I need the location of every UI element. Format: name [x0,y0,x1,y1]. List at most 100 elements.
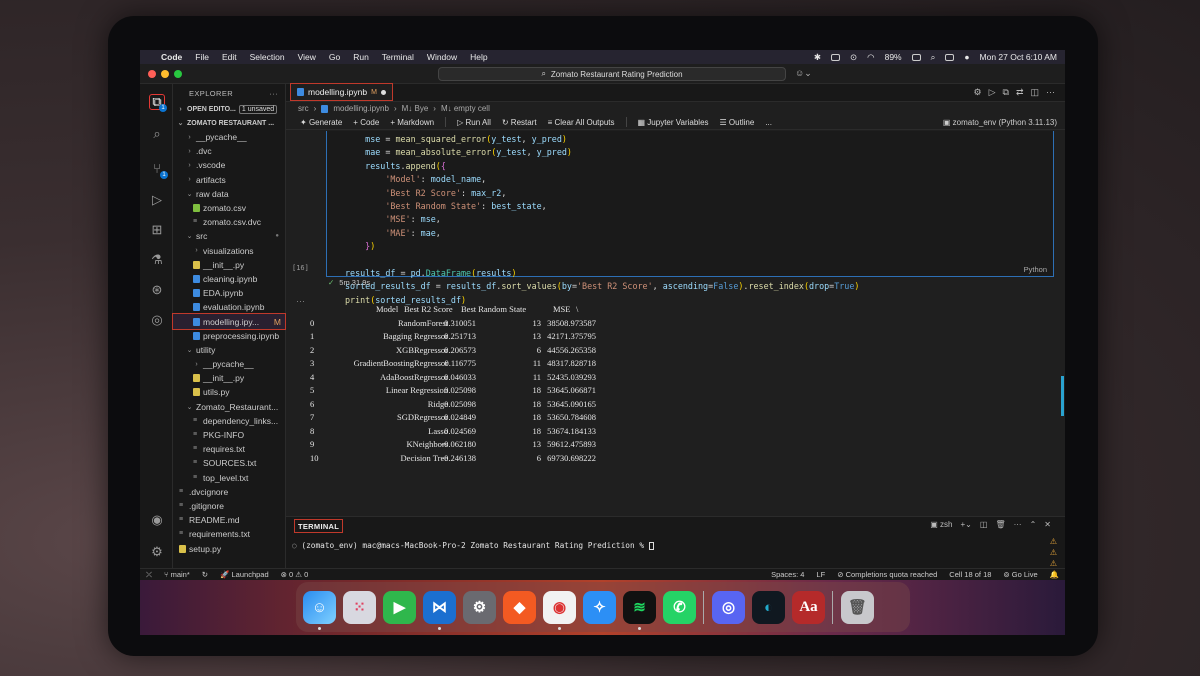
unsaved-dot-icon[interactable] [380,89,386,95]
indentation[interactable]: Spaces: 4 [765,570,810,579]
facetime-app-icon[interactable]: ▶ [383,590,416,624]
problems-indicator[interactable]: ⊗ 0 ⚠ 0 [275,570,315,579]
menu-file[interactable]: File [195,52,209,62]
split-terminal-icon[interactable]: ◫ [980,520,988,529]
launchpad-app-icon[interactable]: ⁙ [343,590,376,624]
menu-edit[interactable]: Edit [222,52,237,62]
control-center-icon[interactable] [945,53,955,61]
system-settings-app-icon[interactable]: ⚙ [463,590,496,624]
extensions-icon[interactable]: ⊞ [149,222,165,238]
cell-source[interactable]: mse = mean_squared_error(y_test, y_pred)… [345,133,859,307]
file-tree-item[interactable]: utils.py [173,385,285,399]
code-cell-editor[interactable]: mse = mean_squared_error(y_test, y_pred)… [326,131,1054,305]
cell-language[interactable]: Python [1024,265,1047,274]
menu-run[interactable]: Run [353,52,369,62]
file-tree-item[interactable]: __init__.py [173,371,285,385]
git-branch[interactable]: ⑂ main* [158,570,196,579]
finder-app-icon[interactable]: ☺ [303,590,336,630]
breadcrumb-file[interactable]: modelling.ipynb [333,104,389,113]
menubar-app-name[interactable]: Code [161,52,182,62]
menu-view[interactable]: View [298,52,316,62]
search-view-icon[interactable]: ⌕ [149,126,165,142]
restart-button[interactable]: ↻ Restart [502,118,537,127]
file-tree-item[interactable]: › visualizations [173,244,285,258]
outline-button[interactable]: ☰ Outline [720,118,755,127]
whatsapp-app-icon[interactable]: ✆ [663,590,696,624]
new-terminal-icon[interactable]: +⌄ [961,520,972,529]
file-tree-item[interactable]: › __pycache__ [173,357,285,371]
toolbar-more-button[interactable]: ... [765,118,772,127]
completions-status[interactable]: ⊘ Completions quota reached [831,570,943,579]
run-all-button[interactable]: ▷ Run All [457,118,491,127]
file-tree-item[interactable]: cleaning.ipynb [173,272,285,286]
run-debug-icon[interactable]: ▷ [149,192,165,208]
dictionary-app-icon[interactable]: Aa [792,590,825,624]
terminal-prompt[interactable]: ○ (zomato_env) mac@macs-MacBook-Pro-2 Zo… [292,541,654,550]
file-tree-item[interactable]: ≡ top_level.txt [173,471,285,485]
warp-app-icon[interactable]: ◐ [752,590,785,624]
file-tree-item[interactable]: ≡ PKG-INFO [173,428,285,442]
bluetooth-icon[interactable]: ✱ [814,52,821,63]
notifications-icon[interactable]: 🔔 [1044,570,1065,579]
file-tree-item[interactable]: ≡ README.md [173,513,285,527]
file-tree-item[interactable]: evaluation.ipynb [173,300,285,314]
menu-selection[interactable]: Selection [250,52,285,62]
file-tree-item[interactable]: ≡ zomato.csv.dvc [173,215,285,229]
file-tree-item[interactable]: modelling.ipy... M [172,313,286,330]
split-editor-icon[interactable]: ◫ [1030,87,1039,98]
file-tree-item[interactable]: ≡ SOURCES.txt [173,456,285,470]
zoom-window-button[interactable] [174,69,182,78]
file-tree-item[interactable]: › .vscode [173,158,285,172]
cell-position[interactable]: Cell 18 of 18 [943,570,997,579]
chrome-app-icon[interactable]: ◉ [543,590,576,630]
file-tree-item[interactable]: setup.py [173,541,285,555]
add-code-button[interactable]: + Code [353,118,379,127]
file-tree-item[interactable]: ⌄ raw data [173,187,285,201]
breadcrumb-cell[interactable]: M↓ empty cell [441,104,490,113]
play-icon[interactable]: ⊙ [850,52,857,63]
file-tree-item[interactable]: › .dvc [173,144,285,158]
clear-outputs-button[interactable]: ≡ Clear All Outputs [548,118,615,127]
file-tree-item[interactable]: ⌄ src ● [173,229,285,243]
file-tree-item[interactable]: › artifacts [173,173,285,187]
warning-icon[interactable]: ⚠ [1050,537,1057,546]
file-tree-item[interactable]: __init__.py [173,258,285,272]
explorer-icon[interactable]: ⧉ 1 [149,94,167,112]
account-icon[interactable]: ◉ [149,512,165,528]
tab-terminal[interactable]: TERMINAL [294,519,344,533]
git-graph-icon[interactable]: ⊛ [149,282,165,298]
settings-gear-icon[interactable]: ⚙ [149,544,165,560]
file-tree-item[interactable]: ⌄ utility [173,343,285,357]
file-tree-item[interactable]: EDA.ipynb [173,286,285,300]
file-tree-item[interactable]: › __pycache__ [173,130,285,144]
brave-app-icon[interactable]: ◆ [503,590,536,624]
close-panel-icon[interactable]: ✕ [1044,520,1051,529]
tab-modelling-ipynb[interactable]: modelling.ipynb M [290,83,393,101]
remote-icon[interactable]: ⤫ [140,570,158,580]
open-editors-section[interactable]: › OPEN EDITO... 1 unsaved [173,102,285,116]
copilot-icon[interactable]: ☺⌄ [795,68,812,79]
end-of-line[interactable]: LF [810,570,831,579]
menu-help[interactable]: Help [470,52,487,62]
file-tree-item[interactable]: ≡ requires.txt [173,442,285,456]
command-center-search[interactable]: ⌕ Zomato Restaurant Rating Prediction [438,67,786,81]
settings-icon[interactable]: ⚙ [974,87,982,98]
file-tree-item[interactable]: ⌄ Zomato_Restaurant... [173,400,285,414]
battery-icon[interactable] [911,53,921,61]
file-tree-item[interactable]: ≡ dependency_links... [173,414,285,428]
jupyter-variables-button[interactable]: ▦ Jupyter Variables [638,118,709,127]
file-tree-item[interactable]: ≡ .gitignore [173,499,285,513]
file-tree-item[interactable]: zomato.csv [173,201,285,215]
sync-icon[interactable]: ↻ [196,570,214,579]
copy-icon[interactable]: ⧉ [1003,87,1009,98]
spotlight-icon[interactable]: ⌕ [931,52,936,63]
breadcrumb-src[interactable]: src [298,104,309,113]
terminal-shell-selector[interactable]: ▣ zsh [930,520,952,529]
launchpad-button[interactable]: 🚀 Launchpad [214,570,275,579]
breadcrumb-heading[interactable]: M↓ Bye [402,104,429,113]
remote-explorer-icon[interactable]: ◎ [149,312,165,328]
screen-share-icon[interactable] [831,53,841,61]
file-tree-item[interactable]: ≡ requirements.txt [173,527,285,541]
battery-percent[interactable]: 89% [885,52,902,62]
file-tree-item[interactable]: preprocessing.ipynb [173,329,285,343]
